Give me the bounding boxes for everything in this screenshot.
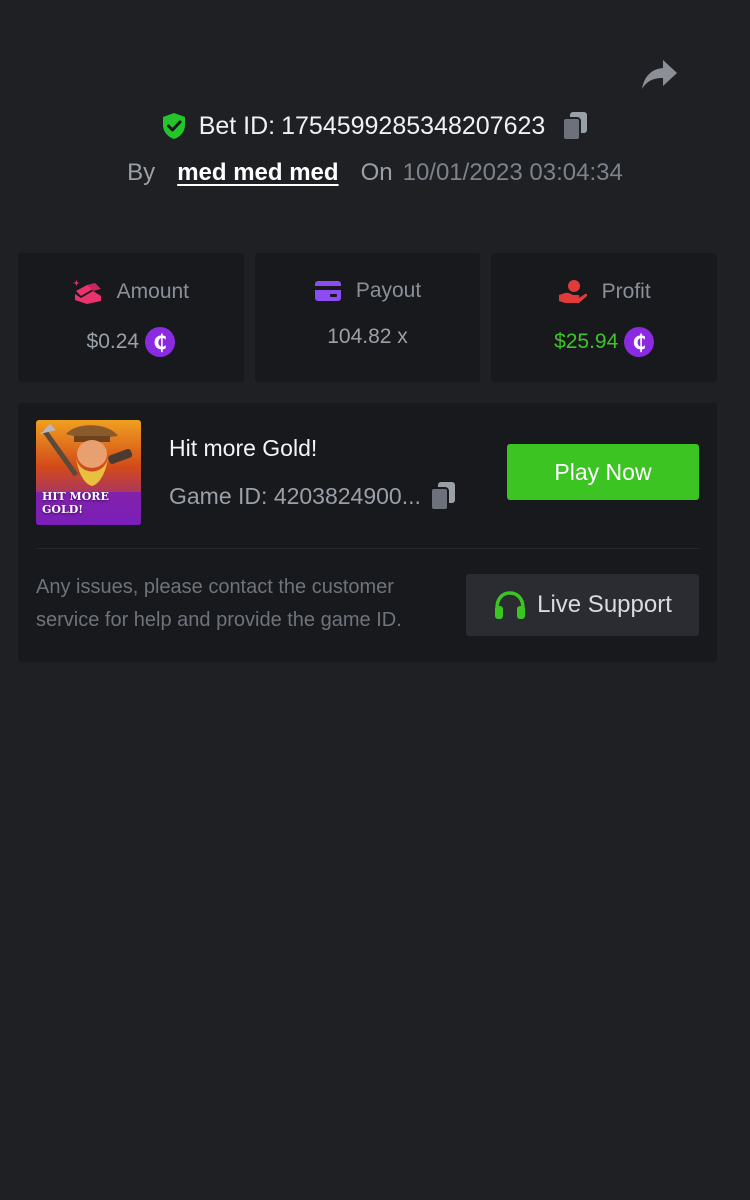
copy-icon[interactable] bbox=[429, 481, 457, 511]
bet-meta-row: By med med med On 10/01/2023 03:04:34 bbox=[0, 153, 750, 193]
coins-icon bbox=[72, 279, 103, 305]
profit-card: Profit $25.94 ₵ bbox=[491, 253, 718, 382]
coin-icon: ₵ bbox=[624, 327, 655, 357]
bet-id-value: 1754599285348207623 bbox=[281, 111, 546, 140]
amount-card: Amount $0.24 ₵ bbox=[18, 253, 244, 382]
payout-label: Payout bbox=[355, 279, 422, 302]
profit-value: $25.94 bbox=[554, 330, 619, 353]
bet-details-page: Bet ID: 1754599285348207623 By med med me… bbox=[0, 0, 750, 1200]
coin-icon: ₵ bbox=[145, 327, 176, 357]
shield-check-icon bbox=[161, 112, 187, 140]
game-thumbnail[interactable]: HIT MORE GOLD! bbox=[36, 420, 141, 525]
bet-id-label: Bet ID: bbox=[198, 111, 276, 140]
hand-money-icon bbox=[558, 279, 588, 305]
game-id-label: Game ID: bbox=[169, 482, 268, 509]
divider bbox=[36, 548, 699, 549]
share-button[interactable] bbox=[640, 56, 680, 94]
payout-value: 104.82 x bbox=[327, 325, 408, 348]
game-id-row: Game ID: 4203824900... bbox=[169, 481, 457, 511]
profit-label: Profit bbox=[601, 280, 651, 303]
bet-timestamp: 10/01/2023 03:04:34 bbox=[402, 159, 623, 186]
headset-icon bbox=[493, 590, 527, 620]
username-link[interactable]: med med med bbox=[177, 159, 338, 187]
game-card: HIT MORE GOLD! Hit more Gold! Game ID: 4… bbox=[18, 403, 717, 662]
bet-id-row: Bet ID: 1754599285348207623 bbox=[0, 106, 750, 146]
thumbnail-title: HIT MORE GOLD! bbox=[42, 490, 109, 516]
play-now-button[interactable]: Play Now bbox=[507, 444, 699, 500]
game-title: Hit more Gold! bbox=[169, 435, 318, 461]
card-icon bbox=[314, 280, 342, 302]
copy-icon[interactable] bbox=[561, 111, 589, 141]
amount-label: Amount bbox=[116, 280, 190, 303]
by-label: By bbox=[127, 159, 156, 186]
share-icon bbox=[641, 58, 679, 92]
bet-stats: Amount $0.24 ₵ Payout 104.82 x Profit $2… bbox=[18, 253, 718, 382]
live-support-button[interactable]: Live Support bbox=[466, 574, 699, 636]
payout-card: Payout 104.82 x bbox=[254, 253, 481, 382]
game-id-value: 4203824900... bbox=[273, 482, 421, 509]
on-label: On bbox=[360, 159, 393, 186]
live-support-label: Live Support bbox=[537, 591, 672, 618]
support-help-text: Any issues, please contact the customer … bbox=[36, 576, 402, 631]
amount-value: $0.24 bbox=[86, 330, 140, 353]
